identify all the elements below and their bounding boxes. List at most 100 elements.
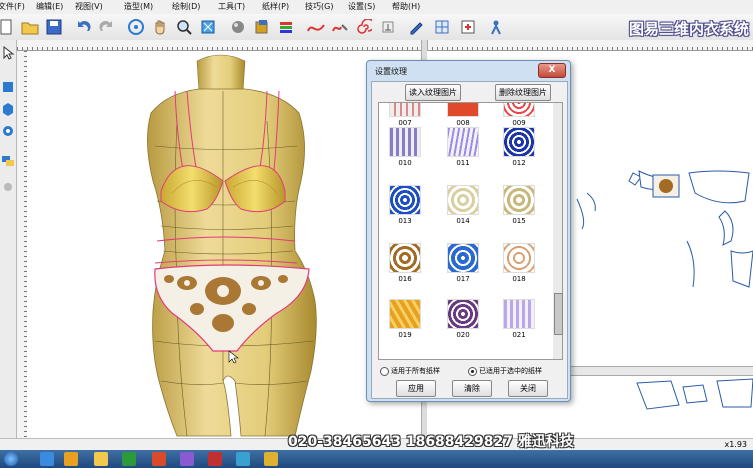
contact-watermark: 020-38465643 18688429827 雅迅科技 [288,434,574,450]
undo-icon[interactable] [74,17,94,37]
texture-item[interactable]: 017 [445,243,481,283]
pattern-panty-lace [652,174,680,198]
texture-thumbnail [389,103,421,117]
taskbar-app-icon[interactable] [152,452,166,466]
texture-item[interactable]: 008 [445,103,481,127]
radio-apply-selected[interactable]: 已适用于选中的纸样 [468,366,542,376]
texture-thumbnail [389,243,421,273]
texture-thumbnail [503,299,535,329]
color-fill-icon[interactable] [276,17,296,37]
align-icon[interactable] [378,17,398,37]
texture-dialog: 设置纹理 X 读入纹理图片 删除纹理图片 007 008 009 010 011… [366,60,571,402]
menu-model[interactable]: 造型(M) [124,1,153,12]
pencil-icon[interactable] [406,17,426,37]
texture-thumbnail [389,299,421,329]
save-icon[interactable] [44,17,64,37]
radio-circle [380,366,389,376]
taskbar-app-icon[interactable] [236,452,250,466]
right-horizontal-ruler [427,40,753,51]
taskbar-app-icon[interactable] [208,452,222,466]
texture-item[interactable]: 019 [387,299,423,339]
light-icon[interactable] [1,180,15,194]
app-title: 图易三维内衣系统 [628,20,749,38]
3d-viewport[interactable] [27,51,421,438]
menu-skills[interactable]: 技巧(G) [305,1,333,12]
texture-item[interactable]: 013 [387,185,423,225]
mannequin-model [147,54,317,437]
menu-help[interactable]: 帮助(H) [392,1,420,12]
taskbar-app-icon[interactable] [94,452,108,466]
menu-tools[interactable]: 工具(T) [218,1,245,12]
taskbar-app-icon[interactable] [64,452,78,466]
menu-file[interactable]: 文件(F) [0,1,25,12]
view-side-icon[interactable] [1,102,15,116]
view-front-icon[interactable] [1,80,15,94]
texture-icon[interactable] [252,17,272,37]
menu-settings[interactable]: 设置(S) [348,1,375,12]
menu-edit[interactable]: 编辑(E) [36,1,63,12]
figure-icon[interactable] [486,17,506,37]
texture-thumbnail [447,103,479,117]
sphere-icon[interactable] [228,17,248,37]
rotate-icon[interactable] [126,17,146,37]
layer-icon[interactable] [1,154,15,168]
texture-item[interactable]: 010 [387,127,423,167]
texture-item[interactable]: 015 [501,185,537,225]
menu-view[interactable]: 视图(V) [75,1,103,12]
texture-thumbnail [447,243,479,273]
taskbar-app-icon[interactable] [180,452,194,466]
redo-icon[interactable] [96,17,116,37]
delete-texture-button[interactable]: 删除纹理图片 [495,84,551,101]
texture-scrollbar[interactable] [553,102,563,360]
texture-thumbnail [503,103,535,117]
radio-circle-selected [468,366,477,376]
new-file-icon[interactable] [0,17,16,37]
texture-thumbnail [389,127,421,157]
zoom-level: x1.93 [724,440,747,449]
toolbar: 图易三维内衣系统 [0,14,753,41]
open-folder-icon[interactable] [20,17,40,37]
export-icon[interactable] [458,17,478,37]
scrollbar-thumb[interactable] [554,293,563,335]
pan-hand-icon[interactable] [150,17,170,37]
grid-edit-icon[interactable] [432,17,452,37]
taskbar-app-icon[interactable] [264,452,278,466]
menu-draw[interactable]: 绘制(D) [172,1,200,12]
texture-thumbnail [503,127,535,157]
taskbar [0,450,753,468]
dialog-title: 设置纹理 [375,67,407,76]
curve-icon[interactable] [306,17,326,37]
texture-item[interactable]: 007 [387,103,423,127]
dialog-body: 读入纹理图片 删除纹理图片 007 008 009 010 011 012 01… [371,81,568,399]
texture-item[interactable]: 021 [501,299,537,339]
menu-pattern[interactable]: 纸样(P) [262,1,289,12]
close-button[interactable]: 关闭 [508,380,548,397]
texture-thumbnail [447,127,479,157]
left-tool-strip [0,40,17,450]
radio-apply-all[interactable]: 适用于所有纸样 [380,366,440,376]
texture-item[interactable]: 016 [387,243,423,283]
select-icon[interactable] [1,45,15,60]
texture-item[interactable]: 009 [501,103,537,127]
texture-item[interactable]: 011 [445,127,481,167]
texture-item[interactable]: 012 [501,127,537,167]
clear-button[interactable]: 清除 [452,380,492,397]
dialog-close-button[interactable]: X [538,63,566,78]
load-texture-button[interactable]: 读入纹理图片 [405,84,461,101]
taskbar-app-icon[interactable] [40,452,54,466]
texture-item[interactable]: 014 [445,185,481,225]
view-top-icon[interactable] [1,124,15,138]
texture-thumbnail [389,185,421,215]
texture-grid: 007 008 009 010 011 012 013 014 015 016 … [378,102,555,360]
texture-item[interactable]: 018 [501,243,537,283]
texture-item[interactable]: 020 [445,299,481,339]
start-icon[interactable] [4,452,18,466]
apply-button[interactable]: 应用 [396,380,436,397]
curve-edit-icon[interactable] [330,17,350,37]
zoom-icon[interactable] [174,17,194,37]
spiral-icon[interactable] [354,17,374,37]
texture-thumbnail [447,185,479,215]
texture-thumbnail [447,299,479,329]
fit-view-icon[interactable] [198,17,218,37]
taskbar-app-icon[interactable] [122,452,136,466]
